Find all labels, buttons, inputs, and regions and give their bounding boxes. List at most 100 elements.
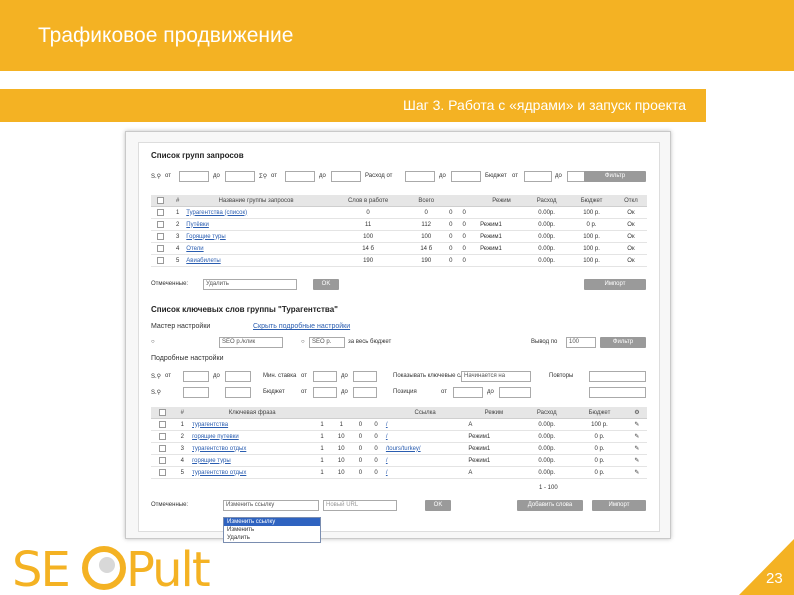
row-off-toggle[interactable]: Ок — [614, 206, 647, 219]
table-row[interactable]: 2 Путёвки 11 112 0 0 Режим1 0.00р. 0 р. … — [151, 218, 647, 231]
kw-header-select-all[interactable] — [151, 407, 175, 419]
header-select-all[interactable] — [151, 195, 171, 207]
kw-ok-button[interactable]: OK — [425, 500, 451, 511]
row-checkbox[interactable] — [159, 420, 167, 428]
kw-phrase-select[interactable]: Начинается на — [461, 371, 531, 382]
row-checkbox[interactable] — [159, 456, 167, 464]
kw-to-input[interactable] — [225, 371, 251, 382]
header-work[interactable]: Слов в работе — [327, 195, 409, 207]
group-link[interactable]: Авиабилеты — [184, 254, 328, 267]
kw-header-budget[interactable]: Бюджет — [572, 407, 627, 419]
table-row[interactable]: 5 Авиабилеты 190 190 0 0 0.00р. 100 р. О… — [151, 254, 647, 267]
keywords-filter-button[interactable]: Фильтр — [600, 337, 646, 348]
radio-total-budget[interactable]: ○ — [301, 339, 305, 345]
output-select[interactable]: 100 — [566, 337, 596, 348]
kw-action-dropdown[interactable]: Изменить ссылку Изменить Удалить — [223, 517, 321, 543]
row-edit-icon[interactable]: ✎ — [626, 430, 647, 443]
row-edit-icon[interactable]: ✎ — [626, 454, 647, 467]
radio-per-click[interactable]: ○ — [151, 339, 155, 345]
keyword-link[interactable]: горящие туры — [190, 454, 315, 467]
header-name[interactable]: Название группы запросов — [184, 195, 328, 207]
kw-header-mode[interactable]: Режим — [466, 407, 522, 419]
row-checkbox[interactable] — [159, 468, 167, 476]
kw-sum-to-input[interactable] — [225, 387, 251, 398]
row-off-toggle[interactable]: Ок — [614, 230, 647, 243]
kw-header-phrase[interactable]: Ключевая фраза — [190, 407, 315, 419]
table-row[interactable]: 2 горящие путевки 1 10 0 0 / Режим1 0.00… — [151, 430, 647, 443]
kw-budget-from-input[interactable] — [313, 387, 337, 398]
row-off-toggle[interactable]: Ок — [614, 242, 647, 255]
row-checkbox[interactable] — [157, 220, 165, 228]
groups-filter-spend-to-input[interactable] — [451, 171, 481, 182]
kw-header-settings-icon[interactable]: ⚙ — [626, 407, 647, 419]
row-checkbox[interactable] — [157, 208, 165, 216]
row-checkbox[interactable] — [157, 256, 165, 264]
groups-filter-from-input[interactable] — [179, 171, 209, 182]
kw-bid-from-input[interactable] — [313, 371, 337, 382]
kw-header-spend[interactable]: Расход — [521, 407, 573, 419]
groups-filter-to-input[interactable] — [225, 171, 255, 182]
dropdown-option[interactable]: Изменить ссылку — [224, 518, 320, 526]
table-row[interactable]: 3 турагентство отдых 1 10 0 0 /tours/tur… — [151, 442, 647, 455]
header-spend[interactable]: Расход — [525, 195, 569, 207]
kw-header-link[interactable]: Ссылка — [383, 407, 467, 419]
kw-action-select[interactable]: Изменить ссылку — [223, 500, 319, 511]
kw-import-button[interactable]: Импорт — [592, 500, 646, 511]
keyword-url[interactable]: / — [383, 466, 467, 479]
groups-action-select[interactable]: Удалить — [203, 279, 297, 290]
groups-filter-to2-input[interactable] — [331, 171, 361, 182]
kw-position-from-input[interactable] — [453, 387, 483, 398]
kw-budget-to-input[interactable] — [353, 387, 377, 398]
per-click-input[interactable]: SEO р./клик — [219, 337, 283, 348]
hide-detailed-settings-link[interactable]: Скрыть подробные настройки — [253, 323, 350, 330]
keyword-url[interactable]: /tours/turkey/ — [383, 442, 467, 455]
keyword-link[interactable]: турагентства — [190, 418, 315, 431]
groups-import-button[interactable]: Импорт — [584, 279, 646, 290]
row-edit-icon[interactable]: ✎ — [626, 442, 647, 455]
header-total[interactable]: Всего — [408, 195, 445, 207]
header-off[interactable]: Откл — [614, 195, 647, 207]
row-off-toggle[interactable]: Ок — [614, 254, 647, 267]
table-row[interactable]: 4 горящие туры 1 10 0 0 / Режим1 0.00р. … — [151, 454, 647, 467]
keyword-url[interactable]: / — [383, 430, 467, 443]
kw-new-url-input[interactable]: Новый URL — [323, 500, 397, 511]
row-edit-icon[interactable]: ✎ — [626, 418, 647, 431]
add-words-button[interactable]: Добавить слова — [517, 500, 583, 511]
row-checkbox[interactable] — [159, 444, 167, 452]
keyword-link[interactable]: турагентство отдых — [190, 466, 315, 479]
header-budget[interactable]: Бюджет — [568, 195, 615, 207]
row-edit-icon[interactable]: ✎ — [626, 466, 647, 479]
row-checkbox[interactable] — [159, 432, 167, 440]
group-link[interactable]: Путёвки — [184, 218, 328, 231]
group-link[interactable]: Турагентства (список) — [184, 206, 328, 219]
groups-filter-spend-input[interactable] — [405, 171, 435, 182]
keyword-link[interactable]: горящие путевки — [190, 430, 315, 443]
dropdown-option[interactable]: Изменить — [224, 526, 320, 534]
kw-pager[interactable]: 1 - 100 — [539, 485, 558, 491]
kw-extra-input[interactable] — [589, 387, 646, 398]
kw-repeat-input[interactable] — [589, 371, 646, 382]
group-link[interactable]: Горящие туры — [184, 230, 328, 243]
keyword-url[interactable]: / — [383, 454, 467, 467]
row-checkbox[interactable] — [157, 232, 165, 240]
table-row[interactable]: 1 Турагентства (список) 0 0 0 0 0.00р. 1… — [151, 206, 647, 219]
table-row[interactable]: 4 Отели 14 б 14 б 0 0 Режим1 0.00р. 100 … — [151, 242, 647, 255]
kw-sum-from-input[interactable] — [183, 387, 209, 398]
keyword-link[interactable]: турагентство отдых — [190, 442, 315, 455]
table-row[interactable]: 3 Горящие туры 100 100 0 0 Режим1 0.00р.… — [151, 230, 647, 243]
kw-from-input[interactable] — [183, 371, 209, 382]
groups-filter-button[interactable]: Фильтр — [584, 171, 646, 182]
groups-ok-button[interactable]: OK — [313, 279, 339, 290]
total-budget-input[interactable]: SEO р. — [309, 337, 345, 348]
kw-position-to-input[interactable] — [499, 387, 531, 398]
table-row[interactable]: 5 турагентство отдых 1 10 0 0 / А 0.00р.… — [151, 466, 647, 479]
table-row[interactable]: 1 турагентства 1 1 0 0 / А 0.00р. 100 р.… — [151, 418, 647, 431]
group-link[interactable]: Отели — [184, 242, 328, 255]
groups-filter-from2-input[interactable] — [285, 171, 315, 182]
row-checkbox[interactable] — [157, 244, 165, 252]
groups-filter-budget-input[interactable] — [524, 171, 552, 182]
keyword-url[interactable]: / — [383, 418, 467, 431]
row-off-toggle[interactable]: Ок — [614, 218, 647, 231]
kw-bid-to-input[interactable] — [353, 371, 377, 382]
dropdown-option[interactable]: Удалить — [224, 534, 320, 542]
